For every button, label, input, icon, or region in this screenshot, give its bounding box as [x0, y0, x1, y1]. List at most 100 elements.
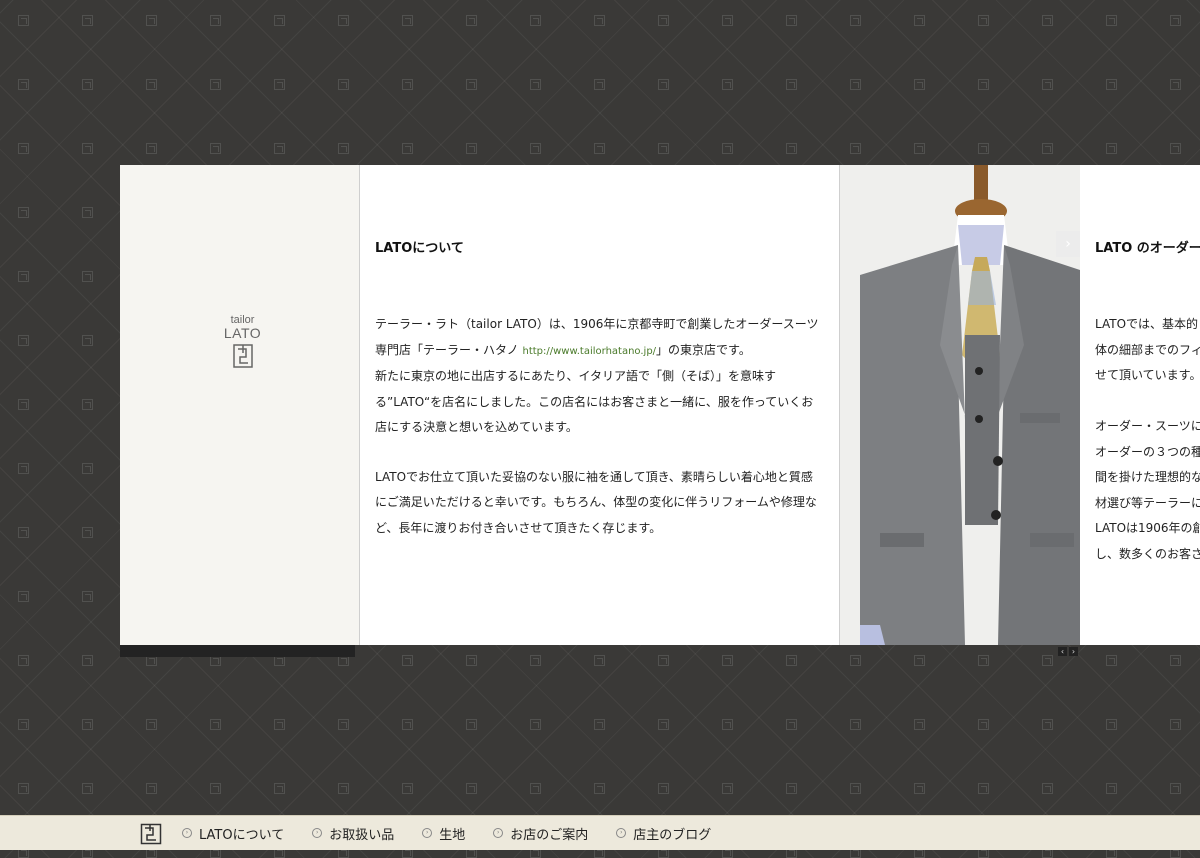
pattern-motif-icon — [914, 79, 925, 90]
pattern-motif-icon — [466, 15, 477, 26]
pattern-motif-icon — [402, 15, 413, 26]
footer-nav-item[interactable]: › 生地 — [422, 816, 465, 850]
pattern-motif-icon — [210, 719, 221, 730]
footer-nav-item[interactable]: › 店主のブログ — [616, 816, 711, 850]
about-paragraph-2: LATOでお仕立て頂いた妥協のない服に袖を通して頂き、素晴らしい着心地と質感にご… — [375, 469, 817, 535]
order-line: 材選び等テーラーに — [1095, 495, 1200, 510]
pattern-motif-icon — [594, 15, 605, 26]
order-line: せて頂いています。 — [1095, 368, 1200, 382]
pattern-motif-icon — [82, 15, 93, 26]
pattern-motif-icon — [1170, 783, 1181, 794]
pattern-motif-icon — [210, 79, 221, 90]
lato-mark-icon — [232, 344, 253, 368]
gallery-scrollbar[interactable] — [120, 645, 355, 657]
pattern-motif-icon — [274, 719, 285, 730]
about-body: テーラー・ラト（tailor LATO）は、1906年に京都寺町で創業したオーダ… — [375, 312, 823, 541]
pattern-motif-icon — [722, 79, 733, 90]
pattern-motif-icon — [914, 15, 925, 26]
order-line: オーダー・スーツに — [1095, 419, 1200, 433]
about-title: LATOについて — [375, 241, 464, 256]
pattern-motif-icon — [402, 719, 413, 730]
pattern-motif-icon — [402, 783, 413, 794]
pattern-motif-icon — [338, 143, 349, 154]
footer-nav-list: › LATOについて › お取扱い品 › 生地 › お店のご案内 › 店主のブログ — [182, 816, 739, 850]
pattern-motif-icon — [786, 15, 797, 26]
pattern-motif-icon — [466, 79, 477, 90]
pattern-motif-icon — [82, 591, 93, 602]
prev-arrow-button[interactable]: ‹ — [1058, 647, 1067, 656]
footer-logo-icon[interactable] — [140, 823, 162, 845]
pattern-motif-icon — [18, 463, 29, 474]
pattern-motif-icon — [466, 719, 477, 730]
pattern-motif-icon — [786, 655, 797, 666]
pattern-motif-icon — [658, 15, 669, 26]
pattern-motif-icon — [338, 783, 349, 794]
footer-nav-item[interactable]: › お店のご案内 — [493, 816, 588, 850]
pattern-motif-icon — [146, 143, 157, 154]
pattern-motif-icon — [594, 143, 605, 154]
pattern-motif-icon — [658, 719, 669, 730]
pattern-motif-icon — [786, 719, 797, 730]
pattern-motif-icon — [466, 143, 477, 154]
footer-nav-bar: › LATOについて › お取扱い品 › 生地 › お店のご案内 › 店主のブログ — [0, 815, 1200, 850]
pattern-motif-icon — [850, 15, 861, 26]
pattern-motif-icon — [210, 15, 221, 26]
arrow-circle-icon: › — [493, 828, 504, 838]
pattern-motif-icon — [18, 591, 29, 602]
arrow-circle-icon: › — [616, 828, 627, 838]
pattern-motif-icon — [914, 719, 925, 730]
pattern-motif-icon — [82, 335, 93, 346]
pattern-motif-icon — [1170, 15, 1181, 26]
hatano-link[interactable]: http://www.tailorhatano.jp/ — [522, 346, 656, 357]
pattern-motif-icon — [274, 15, 285, 26]
footer-nav-label: お店のご案内 — [510, 827, 589, 843]
pattern-motif-icon — [18, 271, 29, 282]
footer-nav-item[interactable]: › お取扱い品 — [312, 816, 394, 850]
pattern-motif-icon — [594, 719, 605, 730]
order-line: し、数多くのお客さ — [1095, 546, 1200, 561]
pattern-motif-icon — [82, 79, 93, 90]
pattern-motif-icon — [402, 655, 413, 666]
order-line: オーダーの３つの種 — [1095, 444, 1200, 459]
pattern-motif-icon — [146, 783, 157, 794]
pattern-motif-icon — [722, 143, 733, 154]
footer-nav-label: 生地 — [439, 827, 466, 843]
pattern-motif-icon — [658, 783, 669, 794]
pattern-motif-icon — [658, 79, 669, 90]
footer-nav-label: 店主のブログ — [633, 827, 712, 843]
pattern-motif-icon — [722, 655, 733, 666]
about-paragraph-1: テーラー・ラト（tailor LATO）は、1906年に京都寺町で創業したオーダ… — [375, 312, 823, 441]
order-line: 間を掛けた理想的な — [1095, 470, 1200, 484]
gallery-next-arrow[interactable]: › — [1056, 231, 1080, 257]
pattern-motif-icon — [978, 79, 989, 90]
pattern-motif-icon — [786, 143, 797, 154]
pattern-motif-icon — [530, 143, 541, 154]
pattern-motif-icon — [466, 783, 477, 794]
pattern-motif-icon — [914, 143, 925, 154]
pattern-motif-icon — [1106, 79, 1117, 90]
order-title: LATO のオーダー — [1095, 241, 1200, 256]
pattern-motif-icon — [1106, 15, 1117, 26]
pattern-motif-icon — [210, 143, 221, 154]
pattern-motif-icon — [82, 719, 93, 730]
footer-nav-item[interactable]: › LATOについて — [182, 816, 284, 850]
pattern-motif-icon — [978, 783, 989, 794]
pattern-motif-icon — [914, 783, 925, 794]
pattern-motif-icon — [1042, 79, 1053, 90]
footer-nav-label: お取扱い品 — [329, 827, 395, 843]
next-arrow-button[interactable]: › — [1069, 647, 1078, 656]
pattern-motif-icon — [978, 655, 989, 666]
pattern-motif-icon — [1170, 143, 1181, 154]
pattern-motif-icon — [82, 463, 93, 474]
suit-photo — [840, 165, 1080, 645]
pattern-motif-icon — [82, 271, 93, 282]
pattern-motif-icon — [530, 655, 541, 666]
pattern-motif-icon — [274, 79, 285, 90]
pattern-motif-icon — [18, 527, 29, 538]
arrow-circle-icon: › — [312, 828, 323, 838]
pattern-motif-icon — [850, 79, 861, 90]
pattern-motif-icon — [722, 783, 733, 794]
pattern-motif-icon — [146, 15, 157, 26]
pattern-motif-icon — [146, 79, 157, 90]
pattern-motif-icon — [914, 655, 925, 666]
